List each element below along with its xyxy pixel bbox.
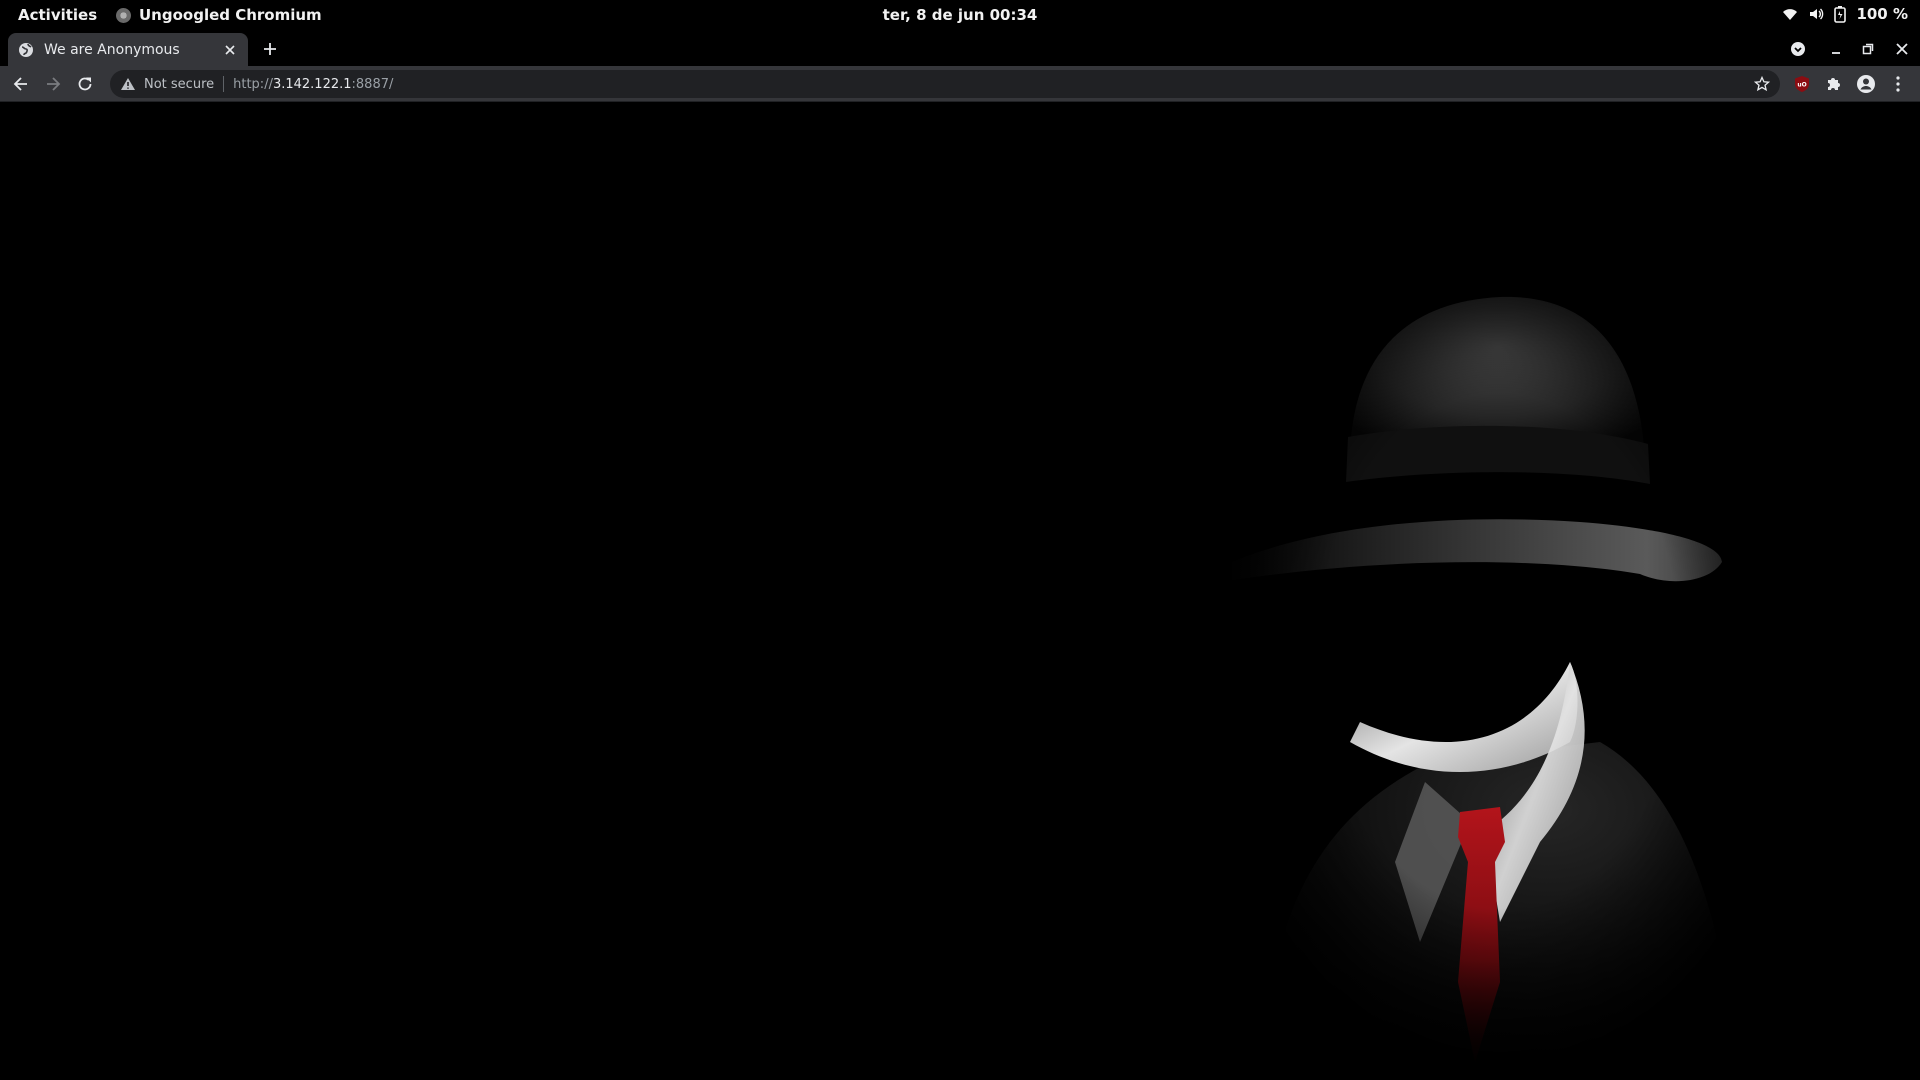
close-window-button[interactable] [1892,39,1912,59]
tab-search-button[interactable] [1788,39,1808,59]
anonymous-figure-image [1200,222,1800,1080]
profile-icon[interactable] [1856,74,1876,94]
arrow-left-icon [13,77,27,91]
new-tab-button[interactable] [260,39,280,59]
kebab-menu-icon[interactable] [1888,74,1908,94]
tab-title: We are Anonymous [44,41,180,58]
url-host: 3.142.122.1 [272,76,352,92]
browser-toolbar: Not secure http:// 3.142.122.1 :8887/ uO [0,66,1920,102]
omnibox[interactable]: Not secure http:// 3.142.122.1 :8887/ [110,70,1780,98]
security-label[interactable]: Not secure [144,77,214,92]
back-button[interactable] [10,73,32,95]
volume-icon [1808,6,1824,22]
page-viewport [0,102,1920,1080]
wifi-icon [1782,6,1798,22]
reload-icon [78,77,92,91]
tab-active[interactable]: We are Anonymous [8,33,248,66]
app-name: Ungoogled Chromium [139,6,322,24]
svg-text:uO: uO [1797,82,1806,89]
url-scheme: http:// [233,76,273,92]
reload-button[interactable] [74,73,96,95]
status-area[interactable]: 100 % [1782,5,1908,23]
forward-button[interactable] [42,73,64,95]
puzzle-icon[interactable] [1824,74,1844,94]
minimize-window-button[interactable] [1826,39,1846,59]
tab-strip: We are Anonymous [0,31,1920,66]
battery-icon [1834,5,1847,23]
restore-window-button[interactable] [1858,39,1878,59]
chromium-app-icon [116,7,131,23]
star-icon[interactable] [1753,75,1771,92]
clock[interactable]: ter, 8 de jun 00:34 [883,6,1038,24]
activities-button[interactable]: Activities [18,6,97,24]
globe-icon [18,42,34,58]
warning-triangle-icon[interactable] [120,76,136,92]
app-menu[interactable]: Ungoogled Chromium [116,6,322,24]
arrow-right-icon [47,77,61,91]
ublock-icon[interactable]: uO [1792,74,1812,94]
battery-percentage: 100 % [1856,5,1908,23]
omnibox-divider [223,76,225,92]
system-top-bar: Activities Ungoogled Chromium ter, 8 de … [0,0,1920,31]
url-port-path: :8887/ [351,76,394,92]
close-tab-icon[interactable] [222,42,238,58]
